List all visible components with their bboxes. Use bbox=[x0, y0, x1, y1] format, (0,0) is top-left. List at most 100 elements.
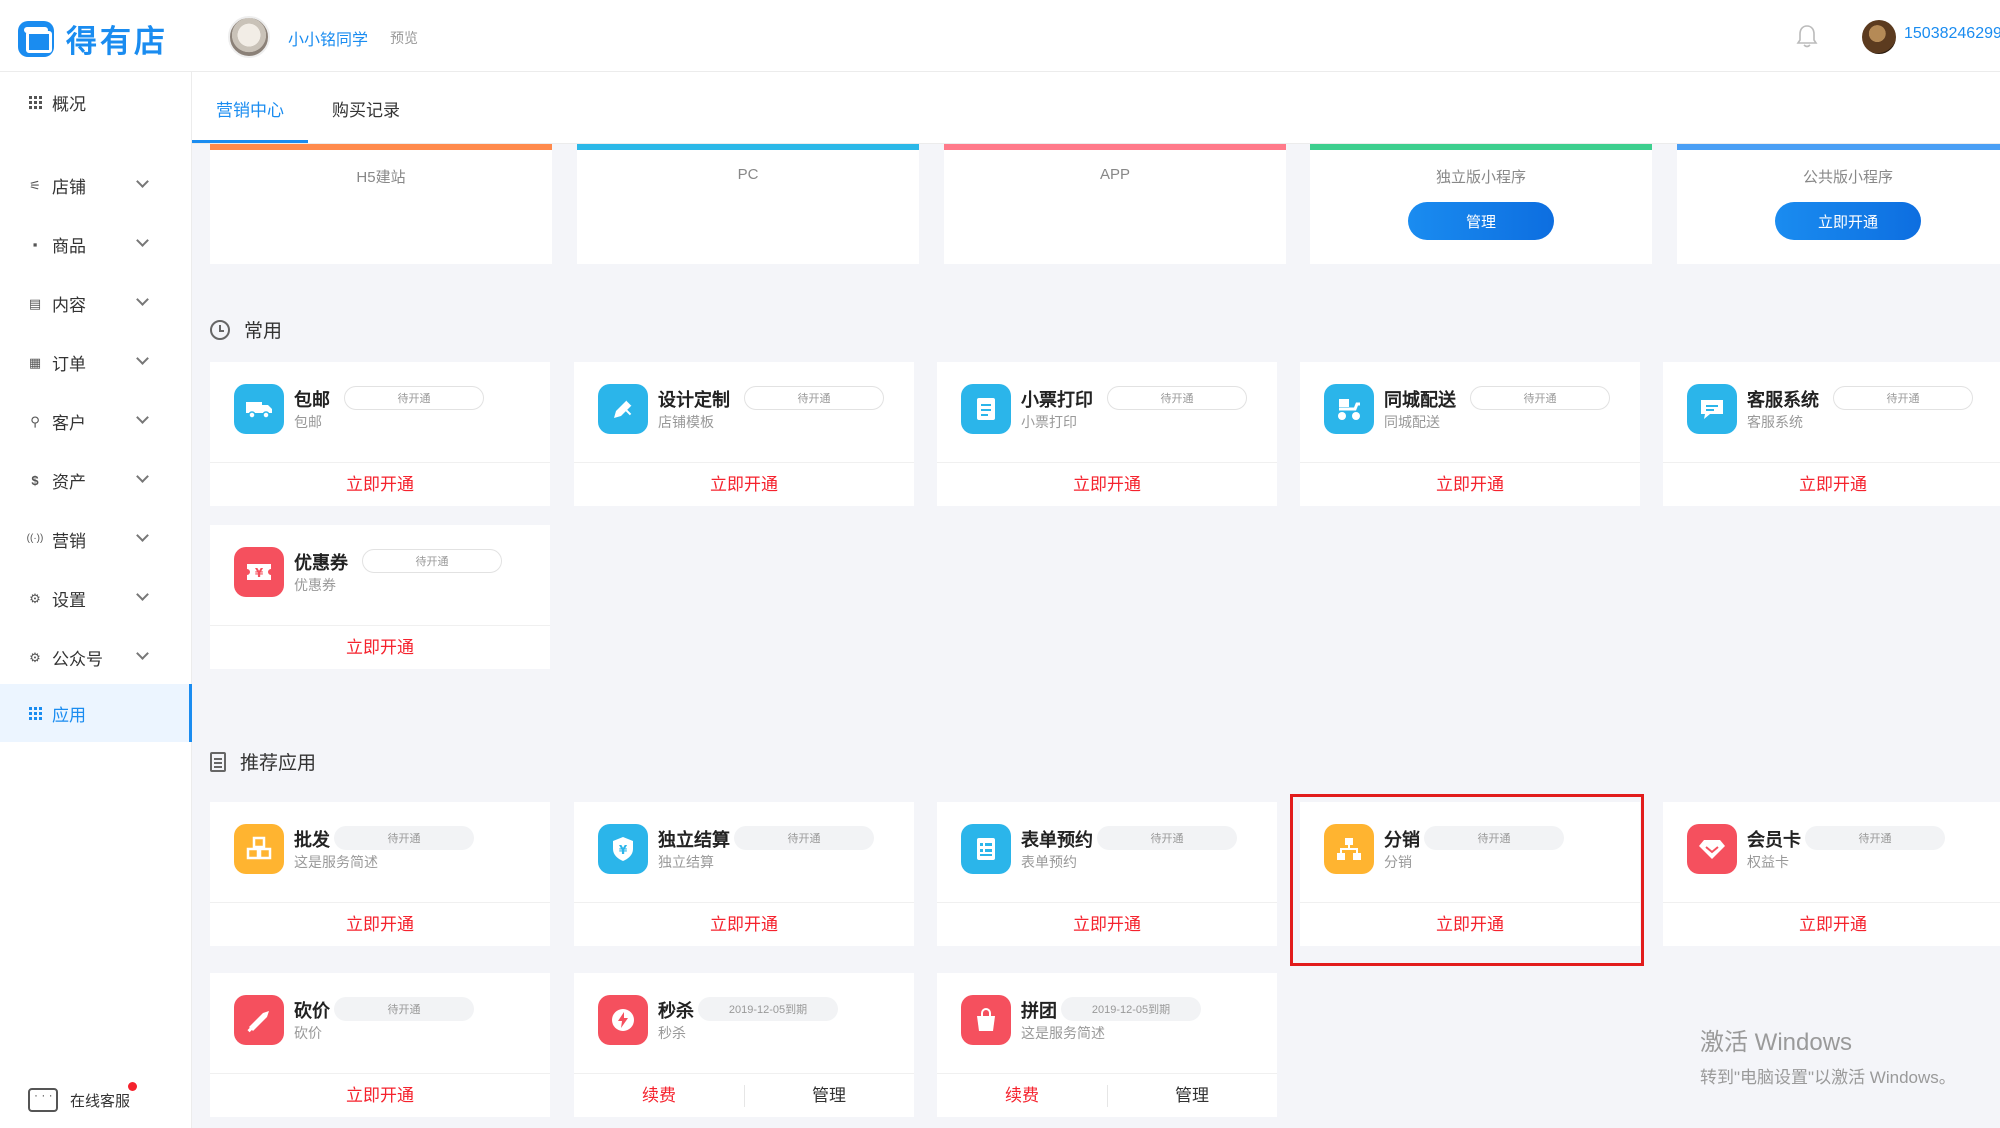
grid-icon bbox=[28, 706, 42, 720]
shop-name[interactable]: 小小铭同学 bbox=[288, 26, 368, 50]
sidebar-item-official-account[interactable]: ⚙ 公众号 bbox=[0, 628, 192, 686]
chevron-down-icon bbox=[136, 234, 149, 247]
bell-icon[interactable] bbox=[1796, 24, 1818, 48]
sidebar-item-apps[interactable]: 应用 bbox=[0, 684, 192, 742]
coupon-icon: ¥ bbox=[234, 547, 284, 597]
activate-link[interactable]: 立即开通 bbox=[210, 910, 550, 935]
sidebar-item-overview[interactable]: 概况 bbox=[0, 72, 192, 132]
chevron-down-icon bbox=[136, 352, 149, 365]
sidebar-item-products[interactable]: ▪ 商品 bbox=[0, 215, 192, 273]
app-card-free-shipping[interactable]: 包邮 包邮 待开通 立即开通 bbox=[210, 362, 550, 506]
sidebar-item-assets[interactable]: $ 资产 bbox=[0, 451, 192, 509]
app-desc: 店铺模板 bbox=[658, 414, 714, 430]
section-title-recommended: 推荐应用 bbox=[210, 748, 316, 775]
app-card-membership-card[interactable]: 会员卡 权益卡 待开通 立即开通 bbox=[1663, 802, 2000, 946]
channel-color-bar bbox=[944, 144, 1286, 150]
activate-link[interactable]: 立即开通 bbox=[937, 470, 1277, 495]
receipt-icon bbox=[961, 384, 1011, 434]
app-desc: 独立结算 bbox=[658, 854, 714, 870]
renew-link[interactable]: 续费 bbox=[937, 1081, 1107, 1106]
app-name: 同城配送 bbox=[1384, 390, 1456, 410]
channel-color-bar bbox=[577, 144, 919, 150]
app-card-bargain[interactable]: 砍价 砍价 待开通 立即开通 bbox=[210, 973, 550, 1117]
app-card-local-delivery[interactable]: 同城配送 同城配送 待开通 立即开通 bbox=[1300, 362, 1640, 506]
dollar-icon: $ bbox=[31, 472, 39, 488]
status-badge: 待开通 bbox=[744, 386, 884, 410]
sidebar-item-label: 资产 bbox=[52, 472, 86, 492]
active-tab-indicator bbox=[192, 140, 308, 143]
svg-text:¥: ¥ bbox=[255, 566, 264, 580]
person-icon: ⚲ bbox=[30, 413, 40, 429]
sidebar-item-customers[interactable]: ⚲ 客户 bbox=[0, 392, 192, 450]
app-card-group-buy[interactable]: 拼团 这是服务简述 2019-12-05到期 续费 管理 bbox=[937, 973, 1277, 1117]
sidebar-item-marketing[interactable]: ((·)) 营销 bbox=[0, 510, 192, 568]
app-card-design[interactable]: 设计定制 店铺模板 待开通 立即开通 bbox=[574, 362, 914, 506]
channel-card-app[interactable]: APP bbox=[944, 144, 1286, 264]
app-desc: 这是服务简述 bbox=[1021, 1025, 1105, 1041]
user-avatar[interactable] bbox=[1862, 20, 1896, 54]
activate-link[interactable]: 立即开通 bbox=[937, 910, 1277, 935]
broadcast-icon: ((·)) bbox=[26, 533, 44, 544]
tab-purchase-records[interactable]: 购买记录 bbox=[332, 96, 400, 121]
sidebar: 概况 ⚟ 店铺 ▪ 商品 ▤ 内容 ▦ 订单 ⚲ 客户 $ 资产 ((·)) 营… bbox=[0, 72, 192, 1128]
app-card-receipt-print[interactable]: 小票打印 小票打印 待开通 立即开通 bbox=[937, 362, 1277, 506]
sidebar-item-store[interactable]: ⚟ 店铺 bbox=[0, 156, 192, 214]
activate-link[interactable]: 立即开通 bbox=[574, 470, 914, 495]
app-card-customer-service[interactable]: 客服系统 客服系统 待开通 立即开通 bbox=[1663, 362, 2000, 506]
channel-card-public-miniprogram[interactable]: 公共版小程序 立即开通 bbox=[1677, 144, 2000, 264]
status-badge: 待开通 bbox=[1470, 386, 1610, 410]
top-bar: 得有店 小小铭同学 预览 15038246299 bbox=[0, 0, 2000, 72]
activate-button[interactable]: 立即开通 bbox=[1775, 202, 1921, 240]
bag-icon bbox=[961, 995, 1011, 1045]
shop-avatar[interactable] bbox=[228, 16, 270, 58]
app-card-wholesale[interactable]: 批发 这是服务简述 待开通 立即开通 bbox=[210, 802, 550, 946]
sidebar-item-orders[interactable]: ▦ 订单 bbox=[0, 333, 192, 391]
app-name: 秒杀 bbox=[658, 1001, 694, 1021]
activate-link[interactable]: 立即开通 bbox=[1663, 910, 2000, 935]
channel-card-pc[interactable]: PC bbox=[577, 144, 919, 264]
app-desc: 砍价 bbox=[294, 1025, 322, 1041]
document-icon bbox=[210, 751, 226, 772]
channel-label: PC bbox=[737, 166, 759, 183]
app-desc: 表单预约 bbox=[1021, 854, 1077, 870]
activate-link[interactable]: 立即开通 bbox=[1300, 470, 1640, 495]
channel-card-standalone-miniprogram[interactable]: 独立版小程序 管理 bbox=[1310, 144, 1652, 264]
sidebar-item-settings[interactable]: ⚙ 设置 bbox=[0, 569, 192, 627]
app-name: 客服系统 bbox=[1747, 390, 1819, 410]
diamond-icon bbox=[1687, 824, 1737, 874]
status-badge: 待开通 bbox=[344, 386, 484, 410]
app-card-form-booking[interactable]: 表单预约 表单预约 待开通 立即开通 bbox=[937, 802, 1277, 946]
app-desc: 权益卡 bbox=[1747, 854, 1789, 870]
sidebar-item-content[interactable]: ▤ 内容 bbox=[0, 274, 192, 332]
support-label: 在线客服 bbox=[70, 1092, 131, 1110]
channel-color-bar bbox=[210, 144, 552, 150]
notification-dot bbox=[128, 1082, 137, 1091]
manage-link[interactable]: 管理 bbox=[1107, 1081, 1277, 1106]
brand-logo[interactable]: 得有店 bbox=[18, 16, 168, 61]
manage-link[interactable]: 管理 bbox=[744, 1081, 914, 1106]
divider bbox=[574, 1073, 914, 1074]
user-phone[interactable]: 15038246299 bbox=[1904, 25, 2000, 43]
scooter-icon bbox=[1324, 384, 1374, 434]
manage-button[interactable]: 管理 bbox=[1408, 202, 1554, 240]
app-card-coupon[interactable]: ¥ 优惠券 优惠券 待开通 立即开通 bbox=[210, 525, 550, 669]
activate-link[interactable]: 立即开通 bbox=[574, 910, 914, 935]
app-card-independent-settlement[interactable]: ¥ 独立结算 独立结算 待开通 立即开通 bbox=[574, 802, 914, 946]
divider bbox=[210, 625, 550, 626]
gear-icon: ⚙ bbox=[29, 590, 41, 606]
online-support-button[interactable]: 在线客服 bbox=[28, 1082, 137, 1112]
channel-card-h5[interactable]: H5建站 bbox=[210, 144, 552, 264]
activate-link[interactable]: 立即开通 bbox=[210, 1081, 550, 1106]
sidebar-item-label: 营销 bbox=[52, 531, 86, 551]
tab-marketing-center[interactable]: 营销中心 bbox=[216, 96, 284, 121]
activate-link[interactable]: 立即开通 bbox=[210, 470, 550, 495]
form-icon bbox=[961, 824, 1011, 874]
renew-link[interactable]: 续费 bbox=[574, 1081, 744, 1106]
activate-link[interactable]: 立即开通 bbox=[1663, 470, 2000, 495]
tab-bar: 营销中心 购买记录 bbox=[192, 72, 2000, 144]
activate-link[interactable]: 立即开通 bbox=[210, 633, 550, 658]
section-title-text: 常用 bbox=[244, 321, 283, 342]
app-card-flash-sale[interactable]: 秒杀 秒杀 2019-12-05到期 续费 管理 bbox=[574, 973, 914, 1117]
sidebar-item-label: 概况 bbox=[52, 94, 86, 114]
preview-link[interactable]: 预览 bbox=[390, 28, 418, 48]
